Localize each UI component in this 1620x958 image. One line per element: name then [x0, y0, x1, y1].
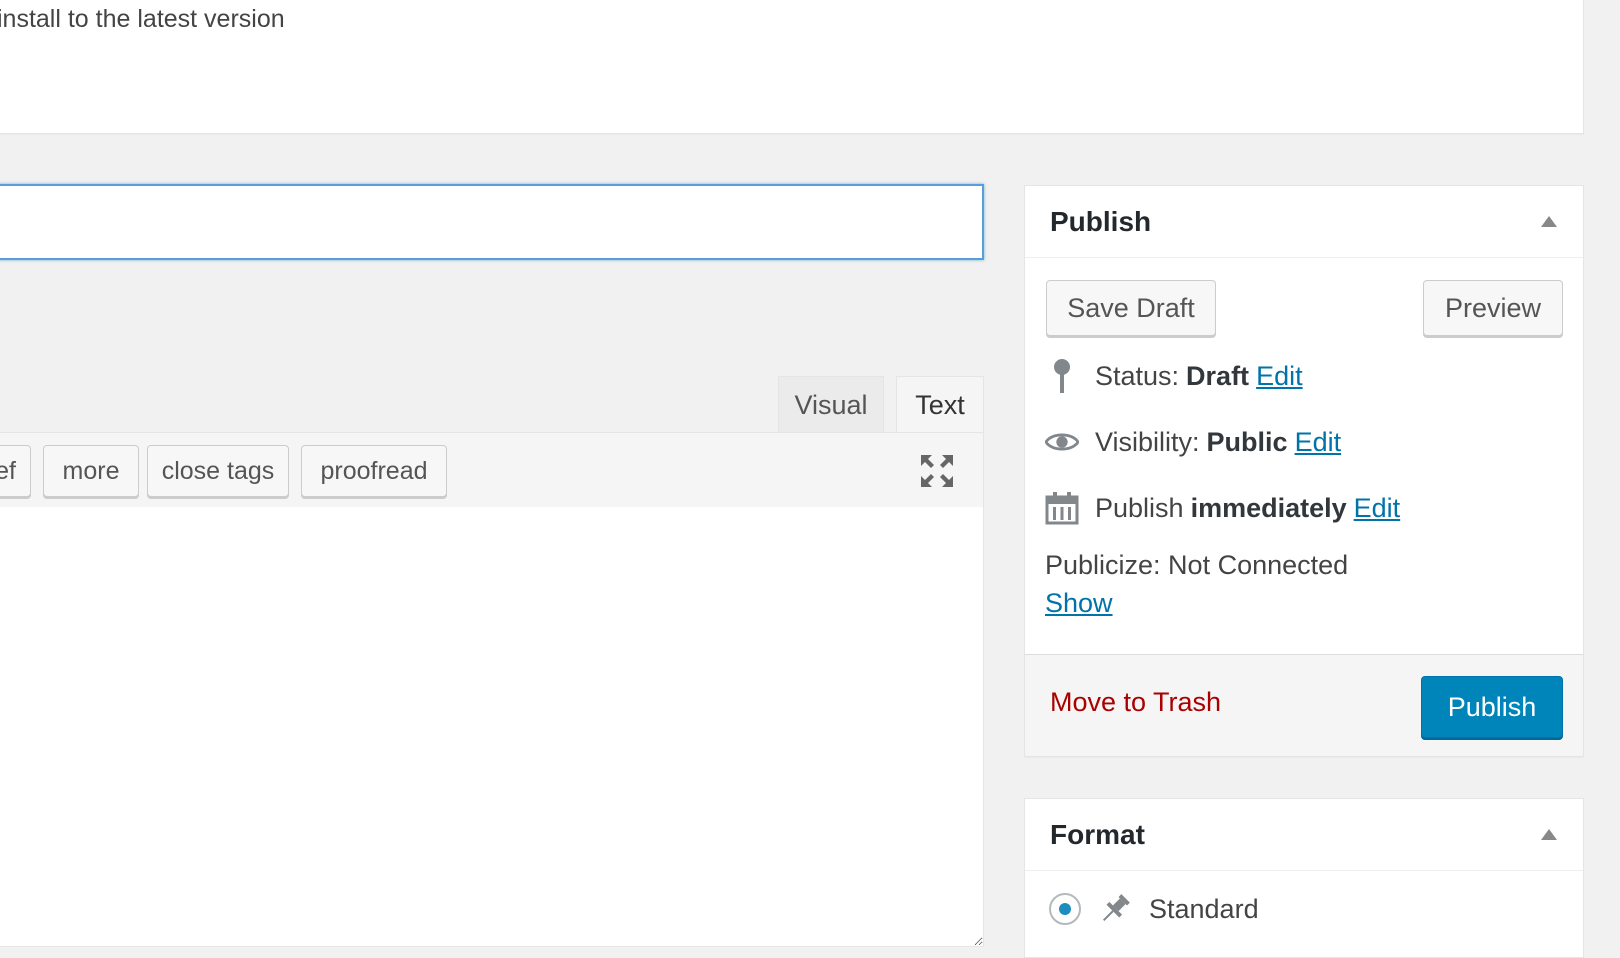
post-title-input[interactable] — [0, 184, 984, 260]
save-draft-button[interactable]: Save Draft — [1046, 280, 1216, 336]
pushpin-icon — [1097, 891, 1133, 927]
schedule-value: immediately — [1190, 492, 1347, 523]
visibility-value: Public — [1206, 426, 1288, 457]
visibility-row: Visibility: Public Edit — [1045, 424, 1341, 460]
status-label: Status: — [1095, 360, 1180, 391]
publicize-text: Publicize: Not Connected — [1045, 550, 1349, 580]
publish-metabox: Publish Save Draft Preview Status: Draft… — [1024, 185, 1584, 757]
post-content-editor[interactable] — [0, 507, 984, 947]
preview-button[interactable]: Preview — [1423, 280, 1563, 336]
update-notice: install to the latest version — [0, 0, 1584, 134]
pin-icon — [1045, 358, 1079, 394]
quicktag-ef-button[interactable]: ef — [0, 445, 31, 497]
publish-metabox-header[interactable]: Publish — [1025, 186, 1583, 258]
format-metabox-header[interactable]: Format — [1025, 799, 1583, 871]
status-row: Status: Draft Edit — [1045, 358, 1303, 394]
collapse-arrow-icon[interactable] — [1541, 829, 1557, 840]
quicktag-proofread-button[interactable]: proofread — [301, 445, 447, 497]
format-standard-label: Standard — [1149, 893, 1259, 924]
schedule-row: Publish immediately Edit — [1045, 490, 1400, 526]
eye-icon — [1045, 424, 1079, 460]
schedule-edit-link[interactable]: Edit — [1354, 493, 1401, 524]
move-to-trash-link[interactable]: Move to Trash — [1050, 687, 1221, 718]
major-publishing-actions: Move to Trash Publish — [1025, 654, 1583, 756]
format-standard-radio[interactable] — [1049, 893, 1081, 925]
format-metabox-title: Format — [1050, 819, 1145, 850]
quicktag-close-tags-button[interactable]: close tags — [147, 445, 289, 497]
fullscreen-icon[interactable] — [919, 453, 955, 489]
visibility-edit-link[interactable]: Edit — [1295, 427, 1342, 458]
publicize-show-link[interactable]: Show — [1045, 588, 1113, 619]
publish-metabox-title: Publish — [1050, 206, 1152, 237]
radio-selected-dot — [1059, 903, 1071, 915]
status-value: Draft — [1186, 360, 1250, 391]
tab-text[interactable]: Text — [896, 376, 984, 434]
publish-button[interactable]: Publish — [1421, 676, 1563, 738]
notice-text: install to the latest version — [0, 5, 285, 33]
format-metabox: Format Standard — [1024, 798, 1584, 958]
collapse-arrow-icon[interactable] — [1541, 216, 1557, 227]
calendar-icon — [1045, 490, 1079, 526]
tab-visual[interactable]: Visual — [778, 376, 884, 434]
schedule-label: Publish — [1095, 492, 1184, 523]
publicize-row: Publicize: Not Connected — [1045, 550, 1348, 581]
status-edit-link[interactable]: Edit — [1256, 361, 1303, 392]
visibility-label: Visibility: — [1095, 426, 1200, 457]
publicize-show-row: Show — [1045, 588, 1113, 619]
quicktag-more-button[interactable]: more — [43, 445, 139, 497]
format-option-standard[interactable]: Standard — [1049, 891, 1259, 927]
quicktags-toolbar: ef more close tags proofread — [0, 432, 984, 508]
